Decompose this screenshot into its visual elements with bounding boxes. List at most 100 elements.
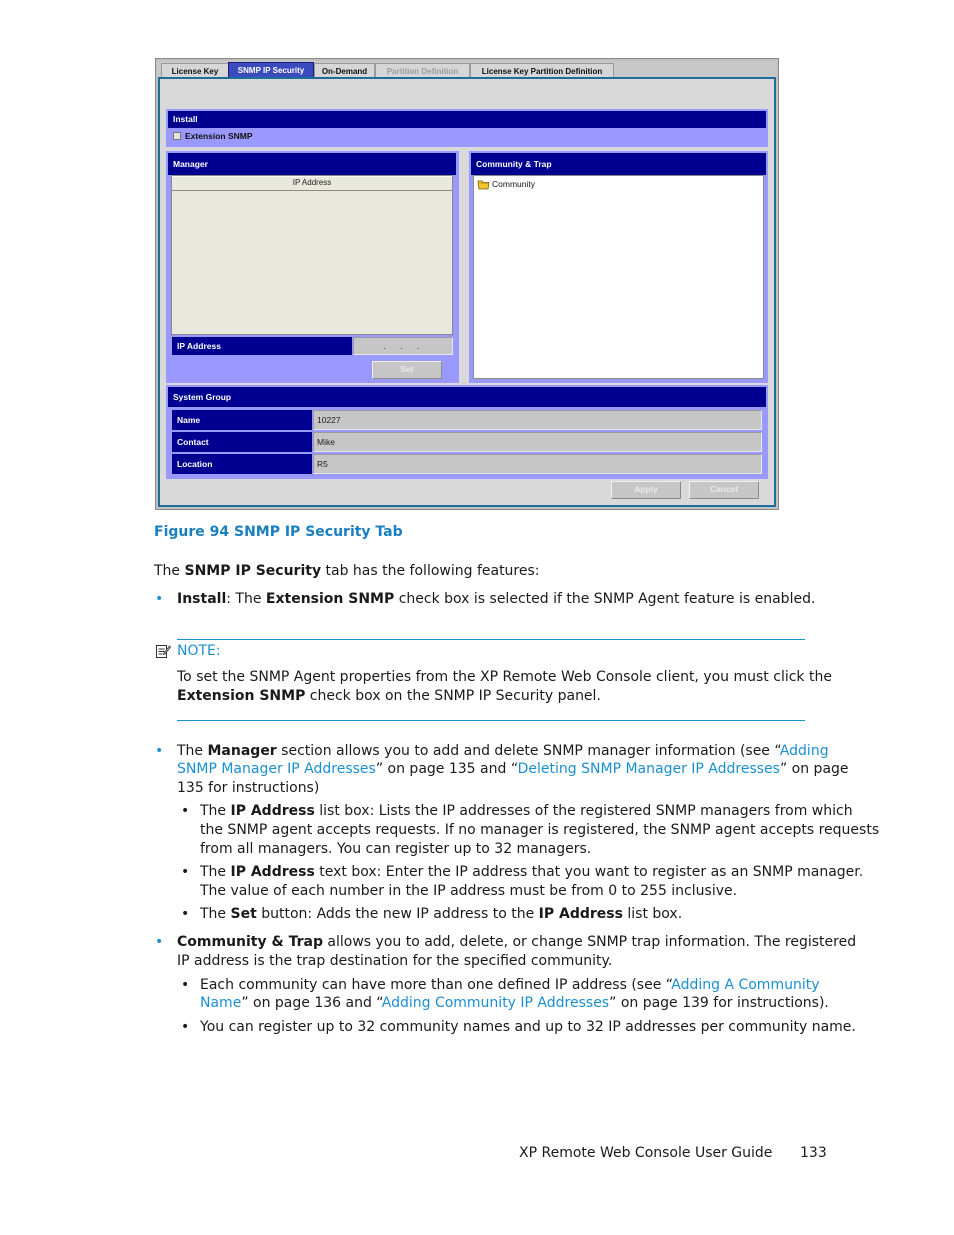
ip-address-term: IP Address [538,906,623,922]
note-bottom-rule [177,720,805,721]
sub-bullet-icon: • [181,864,190,880]
community-sub-line-2: Name” on page 136 and “Adding Community … [200,994,829,1013]
note-line-1: To set the SNMP Agent properties from th… [177,669,832,685]
text: The [200,803,231,819]
adding-snmp-manager-link[interactable]: SNMP Manager IP Addresses [177,761,376,777]
install-bullet: Install: The Extension SNMP check box is… [177,590,815,609]
text: list box. [622,906,683,922]
bullet-icon: • [155,591,164,607]
tab-snmp-ip-security[interactable]: SNMP IP Security [228,62,314,78]
adding-snmp-manager-link[interactable]: Adding [780,743,829,759]
install-term: Install [177,591,227,607]
community-bullet-line-2: IP address is the trap destination for t… [177,953,613,969]
install-header: Install [168,111,766,128]
location-label: Location [172,454,312,474]
tab-content-frame: Install Extension SNMP Manager IP Addres… [158,77,776,507]
tab-partition-definition: Partition Definition [375,63,470,78]
community-trap-term: Community & Trap [177,934,323,950]
tab-license-key[interactable]: License Key [161,63,229,78]
tab-on-demand[interactable]: On-Demand [314,63,375,78]
community-trap-header: Community & Trap [471,153,766,175]
community-sub-line-1: Each community can have more than one de… [200,976,820,995]
ip-address-input[interactable]: . . . [353,337,453,355]
tab-license-key-partition-definition[interactable]: License Key Partition Definition [470,63,614,78]
manager-term: Manager [207,743,277,759]
contact-label: Contact [172,432,312,452]
extension-snmp-label: Extension SNMP [185,131,253,141]
text: The [200,864,231,880]
text: section allows you to add and delete SNM… [276,743,780,759]
ip-listbox-desc-line-1: The IP Address list box: Lists the IP ad… [200,802,853,821]
note-line-2: Extension SNMP check box on the SNMP IP … [177,687,601,706]
apply-button[interactable]: Apply [611,481,681,499]
sub-bullet-icon: • [181,977,190,993]
ip-address-term: IP Address [230,864,315,880]
footer-guide-title: XP Remote Web Console User Guide [519,1145,773,1161]
set-button-desc: The Set button: Adds the new IP address … [200,905,682,924]
sub-bullet-icon: • [181,803,190,819]
text: button: Adds the new IP address to the [256,906,539,922]
community-sub-2: You can register up to 32 community name… [200,1019,856,1035]
text: ” on page 135 and “ [375,761,518,777]
extension-snmp-term: Extension SNMP [265,591,395,607]
note-icon [155,643,172,665]
page-number: 133 [800,1145,827,1161]
name-label: Name [172,410,312,430]
location-field[interactable]: R5 [313,454,762,474]
text: Each community can have more than one de… [200,977,672,993]
bullet-icon: • [155,934,164,950]
note-title: NOTE: [177,643,221,659]
ip-address-label: IP Address [172,337,352,355]
sub-bullet-icon: • [181,1019,190,1035]
text: ” on page 136 and “ [241,995,382,1011]
intro-text: The [154,563,185,579]
tab-bar: License Key SNMP IP Security On-Demand P… [157,61,777,78]
text: ” on page 139 for instructions). [609,995,829,1011]
text: allows you to add, delete, or change SNM… [322,934,857,950]
text: check box is selected if the SNMP Agent … [394,591,816,607]
ip-listbox-desc-line-3: from all managers. You can register up t… [200,841,592,857]
folder-icon [477,179,490,190]
ip-textbox-desc-line-1: The IP Address text box: Enter the IP ad… [200,863,863,882]
set-button[interactable]: Set [372,361,442,379]
text: The [200,906,231,922]
ip-listbox-desc-line-2: the SNMP agent accepts requests. If no m… [200,822,880,838]
intro-bold: SNMP IP Security [184,563,322,579]
intro-text-end: tab has the following features: [321,563,540,579]
community-tree-node[interactable]: Community [477,179,535,190]
manager-bullet-line-2: SNMP Manager IP Addresses” on page 135 a… [177,760,849,779]
snmp-ip-security-screenshot: License Key SNMP IP Security On-Demand P… [155,58,779,510]
manager-bullet-line-1: The Manager section allows you to add an… [177,742,829,761]
adding-community-ip-link[interactable]: Adding Community IP Addresses [382,995,609,1011]
community-bullet-line-1: Community & Trap allows you to add, dele… [177,933,856,952]
set-term: Set [230,906,257,922]
text: The [177,743,208,759]
text: check box on the SNMP IP Security panel. [305,688,601,704]
extension-snmp-checkbox[interactable] [173,132,181,140]
community-tree[interactable]: Community [473,175,764,379]
text: ” on page [779,761,849,777]
ip-address-term: IP Address [230,803,315,819]
figure-caption: Figure 94 SNMP IP Security Tab [154,524,403,540]
bullet-icon: • [155,743,164,759]
manager-header: Manager [168,153,456,175]
note-top-rule [177,639,805,640]
intro-paragraph: The SNMP IP Security tab has the followi… [154,562,540,581]
adding-community-name-link[interactable]: Name [200,995,241,1011]
manager-bullet-line-3: 135 for instructions) [177,780,320,796]
ip-textbox-desc-line-2: The value of each number in the IP addre… [200,883,738,899]
adding-community-name-link[interactable]: Adding A Community [671,977,819,993]
name-field[interactable]: 10227 [313,410,762,430]
community-node-label: Community [492,179,535,189]
text: text box: Enter the IP address that you … [314,864,864,880]
ip-address-column-header[interactable]: IP Address [172,176,452,191]
contact-field[interactable]: Mike [313,432,762,452]
cancel-button[interactable]: Cancel [689,481,759,499]
manager-ip-listbox[interactable]: IP Address [171,175,453,335]
note-bold: Extension SNMP [177,688,306,704]
sub-bullet-icon: • [181,906,190,922]
text: : The [226,591,266,607]
system-group-header: System Group [168,387,766,407]
text: list box: Lists the IP addresses of the … [314,803,853,819]
deleting-snmp-manager-link[interactable]: Deleting SNMP Manager IP Addresses [518,761,780,777]
